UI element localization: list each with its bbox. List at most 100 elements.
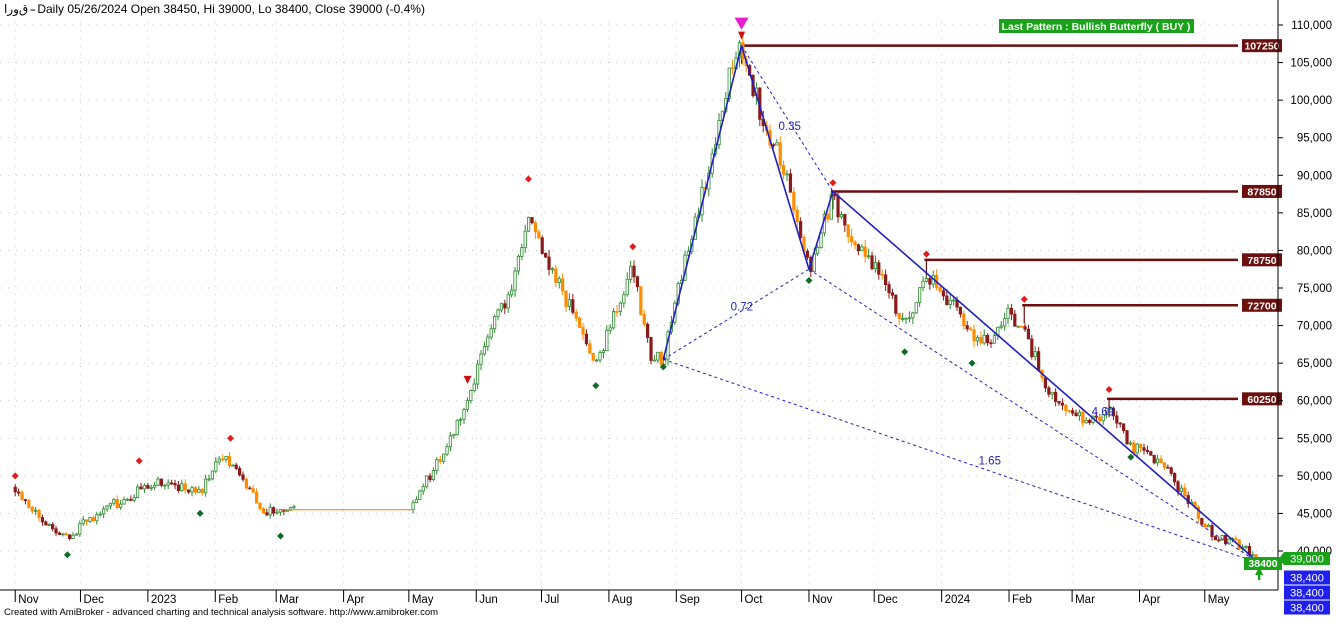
candle-body xyxy=(605,329,609,352)
candle-body xyxy=(193,487,198,493)
candle-body xyxy=(778,142,782,166)
candle-body xyxy=(537,231,541,239)
candle-body xyxy=(1210,524,1214,537)
pattern-label-box: Last Pattern : Bullish Butterfly ( BUY ) xyxy=(999,19,1194,33)
candle-body xyxy=(102,508,106,515)
candle-body xyxy=(1077,411,1082,417)
candle-body xyxy=(119,503,123,508)
candle-body xyxy=(499,303,504,311)
y-tick-label: 70,000 xyxy=(1297,321,1332,333)
candle-body xyxy=(846,224,850,238)
x-tick-label: 2023 xyxy=(151,594,177,606)
candle-body xyxy=(275,511,279,514)
candle-body xyxy=(989,342,993,345)
x-tick-label: Apr xyxy=(1143,594,1161,606)
candle-body xyxy=(37,509,41,518)
candle-body xyxy=(78,523,82,535)
candle-body xyxy=(448,435,453,448)
candle-body xyxy=(244,478,249,489)
candle-body xyxy=(224,456,228,460)
candle-body xyxy=(506,294,510,309)
candle-body xyxy=(17,491,21,494)
candle-body xyxy=(421,486,425,492)
candle-body xyxy=(771,144,776,147)
candle-body xyxy=(999,325,1003,328)
candle-body xyxy=(455,419,459,436)
price-chart-svg[interactable]: 107250 87850 78750 72700 60250 0.35 0.72 4.69 1… xyxy=(0,0,1336,619)
candle-body xyxy=(1081,411,1085,424)
candle-body xyxy=(54,528,58,534)
candle-body xyxy=(1179,487,1184,492)
candle-body xyxy=(1139,443,1143,449)
candle-body xyxy=(462,408,466,420)
candle-body xyxy=(1009,307,1014,315)
candle-body xyxy=(489,328,493,338)
x-tick-label: Apr xyxy=(347,594,365,606)
candle-body xyxy=(173,482,177,486)
candle-body xyxy=(68,534,72,539)
candle-body xyxy=(574,311,578,319)
candle-body xyxy=(1234,538,1238,541)
candle-body xyxy=(969,328,973,331)
candle-body xyxy=(877,262,881,275)
x-tick-label: Nov xyxy=(18,594,39,606)
candle-body xyxy=(938,287,942,292)
x-tick-label: Feb xyxy=(218,594,238,606)
x-tick-label: Dec xyxy=(877,594,898,606)
candle-body xyxy=(533,222,538,233)
pattern-ratio-label: 0.35 xyxy=(779,121,801,133)
candle-body xyxy=(132,497,136,501)
candle-body xyxy=(618,302,623,312)
candle-body xyxy=(241,474,245,480)
candle-body xyxy=(34,509,38,512)
candle-body xyxy=(146,485,150,489)
candle-body xyxy=(1125,430,1129,445)
y-tick-label: 90,000 xyxy=(1297,170,1332,182)
candle-body xyxy=(523,230,527,248)
candle-body xyxy=(612,311,616,329)
price-tag-label: 38,400 xyxy=(1290,588,1324,600)
candle-body xyxy=(564,290,568,307)
candle-body xyxy=(200,488,204,494)
candle-body xyxy=(149,486,153,489)
candle-body xyxy=(578,317,582,328)
pattern-ratio-label: 0.72 xyxy=(731,302,753,314)
candle-body xyxy=(105,505,109,510)
candle-body xyxy=(1057,401,1061,404)
candle-body xyxy=(1060,402,1065,406)
candle-body xyxy=(1043,377,1048,389)
candle-body xyxy=(1213,536,1218,541)
candle-body xyxy=(285,509,289,512)
candle-body xyxy=(646,323,650,338)
x-tick-label: Oct xyxy=(745,594,764,606)
x-tick-label: Jul xyxy=(544,594,559,606)
candle-body xyxy=(1251,554,1255,557)
candle-body xyxy=(601,350,606,353)
candle-body xyxy=(642,314,646,325)
candle-body xyxy=(183,483,187,491)
candle-body xyxy=(952,299,956,302)
level-tag-label: 60250 xyxy=(1247,394,1276,406)
candle-body xyxy=(465,400,470,410)
candle-body xyxy=(1169,467,1173,474)
candle-body xyxy=(870,255,874,270)
candle-body xyxy=(20,492,24,500)
candle-body xyxy=(632,265,636,278)
y-tick-label: 65,000 xyxy=(1297,358,1332,370)
candle-body xyxy=(520,247,524,257)
x-tick-label: Dec xyxy=(83,594,104,606)
candle-body xyxy=(459,418,463,421)
x-tick-label: Mar xyxy=(279,594,299,606)
candle-body xyxy=(635,276,640,288)
candle-body xyxy=(139,486,143,490)
candle-body xyxy=(561,278,565,292)
candle-body xyxy=(972,329,976,342)
candle-body xyxy=(782,165,786,175)
x-tick-label: Aug xyxy=(612,594,632,606)
candle-body xyxy=(190,487,194,493)
y-tick-label: 105,000 xyxy=(1290,58,1332,70)
candle-body xyxy=(629,265,633,280)
candle-body xyxy=(1183,487,1187,497)
candle-body xyxy=(1013,313,1017,327)
candle-body xyxy=(214,461,218,472)
